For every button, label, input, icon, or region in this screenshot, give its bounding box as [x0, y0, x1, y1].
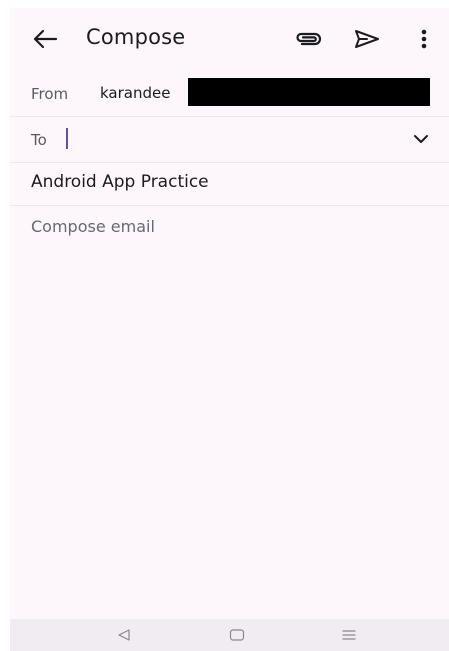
subject-input[interactable]: Android App Practice: [31, 172, 209, 192]
compose-screen: Compose From karandee To Android App Pra…: [10, 8, 449, 651]
send-icon[interactable]: [353, 28, 381, 50]
from-account-value[interactable]: karandee: [100, 84, 170, 102]
nav-recents-icon[interactable]: [341, 629, 357, 641]
chevron-down-icon[interactable]: [412, 132, 430, 146]
more-vert-icon[interactable]: [415, 26, 433, 52]
from-label: From: [31, 85, 69, 103]
app-bar: Compose: [10, 8, 449, 70]
body-area[interactable]: Compose email: [10, 205, 449, 617]
nav-back-icon[interactable]: [117, 629, 131, 641]
compose-body-input[interactable]: Compose email: [31, 217, 155, 236]
to-row[interactable]: To: [10, 116, 449, 163]
system-nav-bar: [10, 619, 449, 651]
from-row: From karandee: [10, 70, 449, 117]
nav-home-icon[interactable]: [229, 629, 245, 641]
attachment-icon[interactable]: [294, 28, 324, 50]
to-label: To: [31, 131, 47, 149]
text-cursor: [66, 128, 68, 149]
back-arrow-icon[interactable]: [32, 28, 58, 50]
subject-row[interactable]: Android App Practice: [10, 162, 449, 206]
page-title: Compose: [86, 25, 186, 49]
redaction-bar: [188, 78, 430, 106]
